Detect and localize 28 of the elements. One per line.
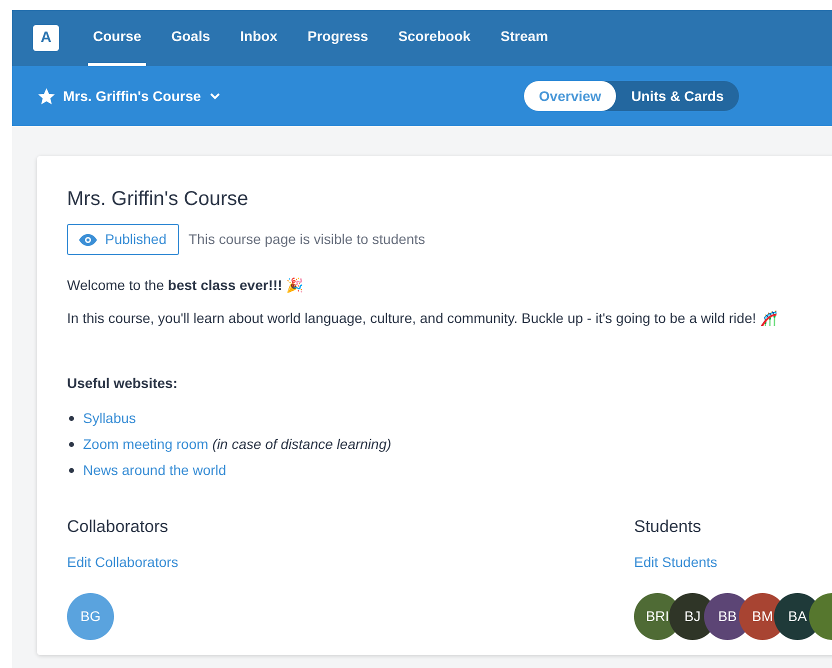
website-link[interactable]: News around the world: [83, 460, 226, 481]
course-menu-button[interactable]: Mrs. Griffin's Course: [38, 86, 221, 106]
app-logo[interactable]: A: [33, 25, 59, 51]
website-link[interactable]: Zoom meeting room: [83, 434, 208, 455]
view-tab[interactable]: Overview: [524, 81, 616, 111]
view-tab[interactable]: Units & Cards: [616, 81, 739, 111]
card-title: Mrs. Griffin's Course: [67, 187, 250, 212]
bullet-icon: [69, 468, 74, 473]
website-link[interactable]: Syllabus: [83, 408, 136, 429]
nav-tab[interactable]: Scorebook: [393, 10, 476, 66]
visibility-note: This course page is visible to students: [188, 230, 426, 249]
bullet-icon: [69, 416, 74, 421]
edit-link[interactable]: Edit Students: [634, 552, 718, 572]
nav-tab[interactable]: Progress: [302, 10, 374, 66]
nav-tab[interactable]: Stream: [496, 10, 554, 66]
section-heading: Collaborators: [67, 516, 170, 538]
link-note: (in case of distance learning): [212, 435, 392, 454]
nav-tab[interactable]: Goals: [166, 10, 216, 66]
section-heading: Students: [634, 516, 702, 538]
edit-link[interactable]: Edit Collaborators: [67, 552, 178, 572]
links-heading: Useful websites:: [67, 374, 178, 393]
avatar: BG: [67, 592, 114, 640]
description-text: In this course, you'll learn about world language, culture, and community. Buckle up - it's going to be a wild ride! 🎢: [67, 309, 778, 328]
nav-tab[interactable]: Inbox: [235, 10, 282, 66]
bullet-icon: [69, 442, 74, 447]
description-text: Welcome to the best class ever!!! 🎉: [67, 276, 304, 295]
eye-icon: [79, 234, 97, 246]
published-button[interactable]: Published: [67, 224, 178, 255]
